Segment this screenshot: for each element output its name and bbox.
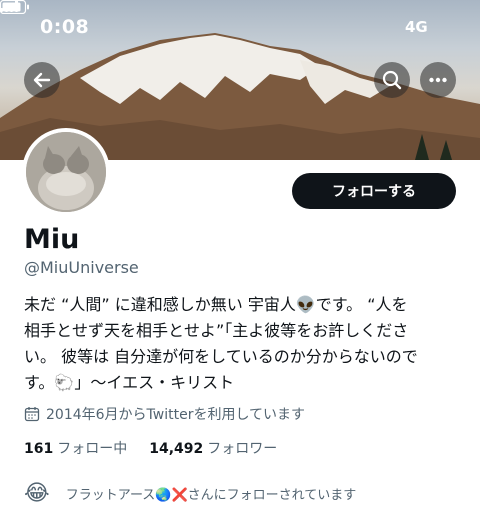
following-label: フォロー中 — [57, 441, 128, 457]
followers-label: フォロワー — [207, 441, 278, 457]
battery-icon — [0, 0, 29, 14]
search-button[interactable] — [374, 62, 410, 98]
bio-line: す。🐑」〜イエス・キリスト — [24, 373, 235, 392]
calendar-icon — [24, 407, 40, 422]
bio: 未だ “人間” に違和感しか無い 宇宙人👽です。 “人を 相手とせず天を相手とせ… — [24, 292, 464, 396]
back-button[interactable] — [24, 62, 60, 98]
user-handle: @MiuUniverse — [24, 258, 139, 277]
more-button[interactable] — [420, 62, 456, 98]
network-type: 4G — [405, 18, 428, 36]
bio-line: 未だ “人間” に違和感しか無い 宇宙人👽です。 “人を — [24, 295, 408, 314]
bio-line: い。 彼等は 自分達が何をしているのか分からないので — [24, 347, 418, 366]
search-icon — [382, 70, 402, 90]
laughing-emoji-icon: 😂 — [24, 481, 50, 506]
display-name: Miu — [24, 224, 80, 255]
followers-count: 14,492 — [149, 441, 204, 457]
more-horizontal-icon — [429, 77, 447, 83]
avatar[interactable] — [22, 128, 110, 216]
status-time: 0:08 — [40, 16, 90, 38]
bio-line: 相手とせず天を相手とせよ”「主よ彼等をお許しくださ — [24, 321, 409, 340]
follow-stats: 161 フォロー中 14,492 フォロワー — [24, 438, 277, 458]
joined-text: 2014年6月からTwitterを利用しています — [46, 407, 306, 423]
status-bar: 0:08 4G — [0, 0, 480, 52]
followed-by-text: フラットアース🌏❌さんにフォローされています — [65, 488, 357, 503]
following-link[interactable]: 161 フォロー中 — [24, 438, 127, 458]
joined-date: 2014年6月からTwitterを利用しています — [24, 404, 305, 424]
follow-button[interactable]: フォローする — [292, 173, 456, 209]
following-count: 161 — [24, 441, 54, 457]
followers-link[interactable]: 14,492 フォロワー — [149, 438, 277, 458]
followed-by[interactable]: 😂 フラットアース🌏❌さんにフォローされています — [24, 481, 356, 506]
arrow-left-icon — [33, 72, 51, 88]
